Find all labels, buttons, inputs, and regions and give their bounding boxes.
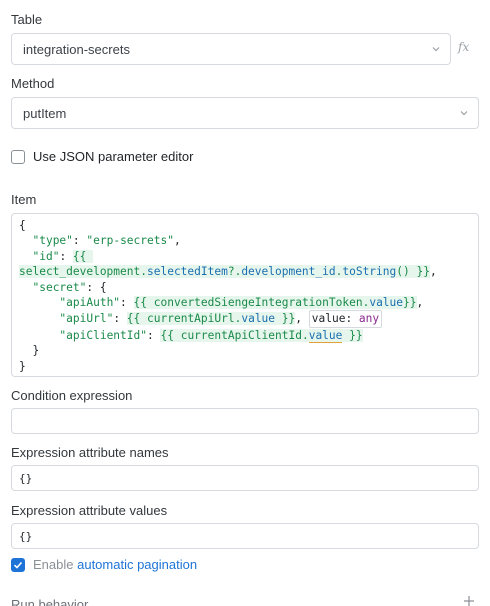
attr-values-input[interactable]: {} xyxy=(11,523,479,549)
method-select-value: putItem xyxy=(23,105,67,121)
item-label: Item xyxy=(11,192,37,207)
type-hint-tooltip: value: any xyxy=(308,310,383,328)
table-select-value: integration-secrets xyxy=(23,41,130,57)
item-code-editor[interactable]: { "type": "erp-secrets", "id": {{ select… xyxy=(11,213,479,377)
plus-icon[interactable] xyxy=(463,595,475,606)
table-select[interactable]: integration-secrets xyxy=(11,33,451,65)
chevron-down-icon xyxy=(432,47,440,52)
table-label: Table xyxy=(11,12,43,27)
pagination-label: Enable automatic pagination xyxy=(33,557,198,572)
attr-values-label: Expression attribute values xyxy=(11,503,168,518)
condition-expression-label: Condition expression xyxy=(11,388,133,403)
json-editor-label: Use JSON parameter editor xyxy=(33,149,194,164)
condition-expression-input[interactable] xyxy=(11,408,479,434)
run-behavior-label: Run behavior xyxy=(11,597,89,606)
pagination-checkbox[interactable] xyxy=(11,558,25,572)
attr-names-label: Expression attribute names xyxy=(11,445,169,460)
fx-toggle-icon[interactable]: fx xyxy=(458,40,469,54)
chevron-down-icon xyxy=(460,111,468,116)
attr-values-value: {} xyxy=(19,529,33,543)
automatic-pagination-link[interactable]: automatic pagination xyxy=(77,557,197,572)
method-label: Method xyxy=(11,76,55,91)
method-select[interactable]: putItem xyxy=(11,97,479,129)
attr-names-input[interactable]: {} xyxy=(11,465,479,491)
attr-names-value: {} xyxy=(19,471,33,485)
checkmark-icon xyxy=(13,561,23,569)
json-editor-checkbox[interactable] xyxy=(11,150,25,164)
